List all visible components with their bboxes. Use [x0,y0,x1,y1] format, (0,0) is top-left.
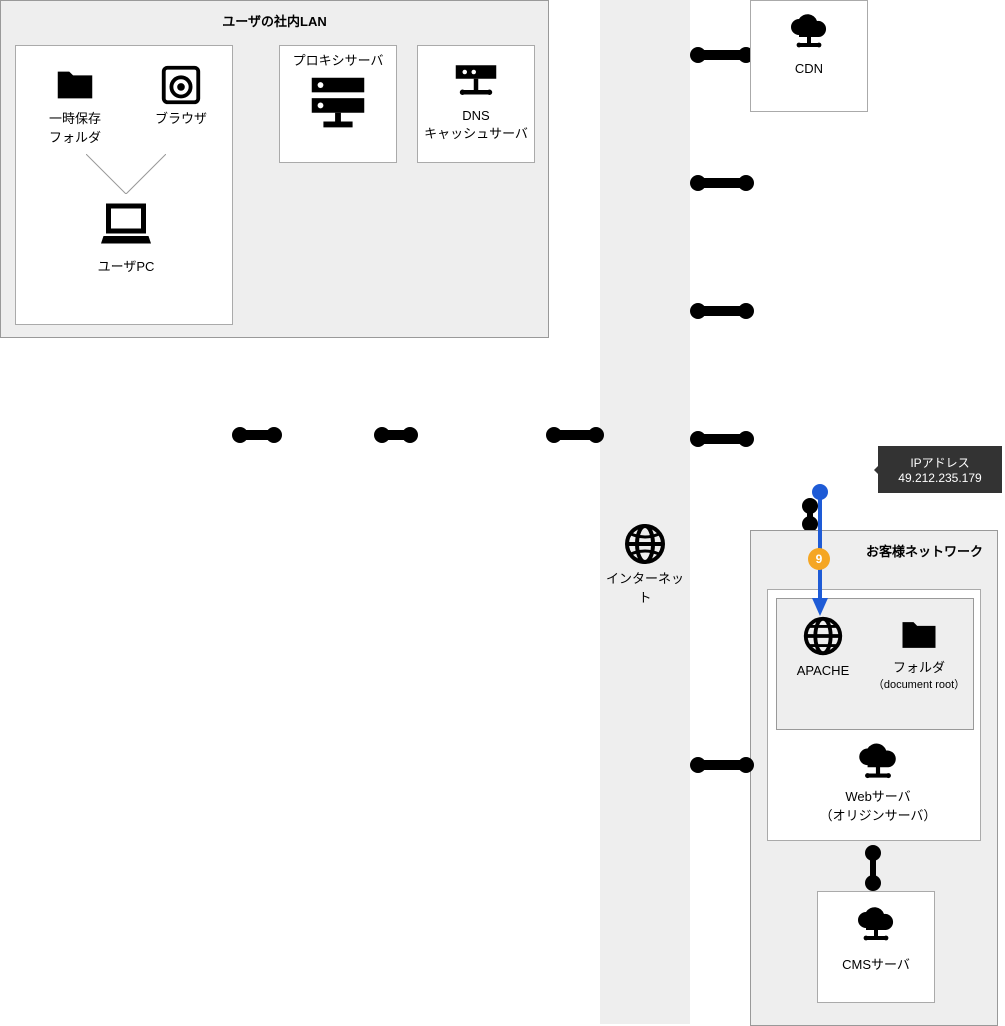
ip-tooltip-label1: IPアドレス [890,454,990,471]
cloud-server-icon [781,7,837,55]
cdn-node: CDN [750,0,868,112]
user-lan-box: ユーザの社内LAN 一時保存 フォルダ ブラウザ ユーザPC [0,0,549,338]
apache-label: APACHE [783,663,863,678]
internet-node: インターネット [600,520,690,606]
proxy-label: プロキシサーバ [280,46,396,69]
server-rack-icon [303,69,373,139]
laptop-icon [91,196,161,256]
cloud-server-icon [848,900,904,948]
globe-icon [621,520,669,568]
web-label1: Webサーバ [818,786,938,805]
user-pc-node: ユーザPC [66,196,186,275]
web-server-node: Webサーバ （オリジンサーバ） [818,736,938,824]
folder-icon [894,613,944,657]
server-icon [446,54,506,108]
docroot-label2: （document root） [867,676,971,692]
browser-icon [157,62,205,108]
cms-node: CMSサーバ [817,891,935,1003]
proxy-node: プロキシサーバ [279,45,397,163]
ip-tooltip: IPアドレス 49.212.235.179 [878,446,1002,493]
docroot-node: フォルダ （document root） [867,613,971,692]
callout-triangle [86,154,166,194]
customer-title: お客様ネットワーク [866,541,983,560]
temp-folder-label2: フォルダ [30,127,120,146]
arrow-start-dot [812,484,828,500]
folder-icon [47,62,103,108]
ip-tooltip-label2: 49.212.235.179 [890,471,990,485]
step-badge: 9 [808,548,830,570]
conn-web-cms [870,847,876,885]
web-label2: （オリジンサーバ） [818,805,938,824]
cms-label: CMSサーバ [818,954,934,973]
web-inner: APACHE フォルダ （document root） [776,598,974,730]
cdn-label: CDN [751,61,867,76]
dns-cache-label2: キャッシュサーバ [418,123,534,142]
docroot-label1: フォルダ [867,657,971,676]
cloud-server-icon [848,736,908,786]
browser-node: ブラウザ [136,62,226,127]
browser-label: ブラウザ [136,108,226,127]
temp-folder-node: 一時保存 フォルダ [30,62,120,146]
apache-node: APACHE [783,613,863,678]
dns-cache-node: DNS キャッシュサーバ [417,45,535,163]
user-pc-label: ユーザPC [66,256,186,275]
web-server-group: APACHE フォルダ （document root） Webサーバ （オリジン… [767,589,981,841]
temp-folder-label1: 一時保存 [30,108,120,127]
internet-label: インターネット [600,568,690,606]
internet-column [600,0,690,1024]
user-pc-group: 一時保存 フォルダ ブラウザ ユーザPC [15,45,233,325]
dns-cache-label1: DNS [418,108,534,123]
user-lan-title: ユーザの社内LAN [1,1,548,40]
customer-network-box: お客様ネットワーク APACHE フォルダ （document root） [750,530,998,1026]
